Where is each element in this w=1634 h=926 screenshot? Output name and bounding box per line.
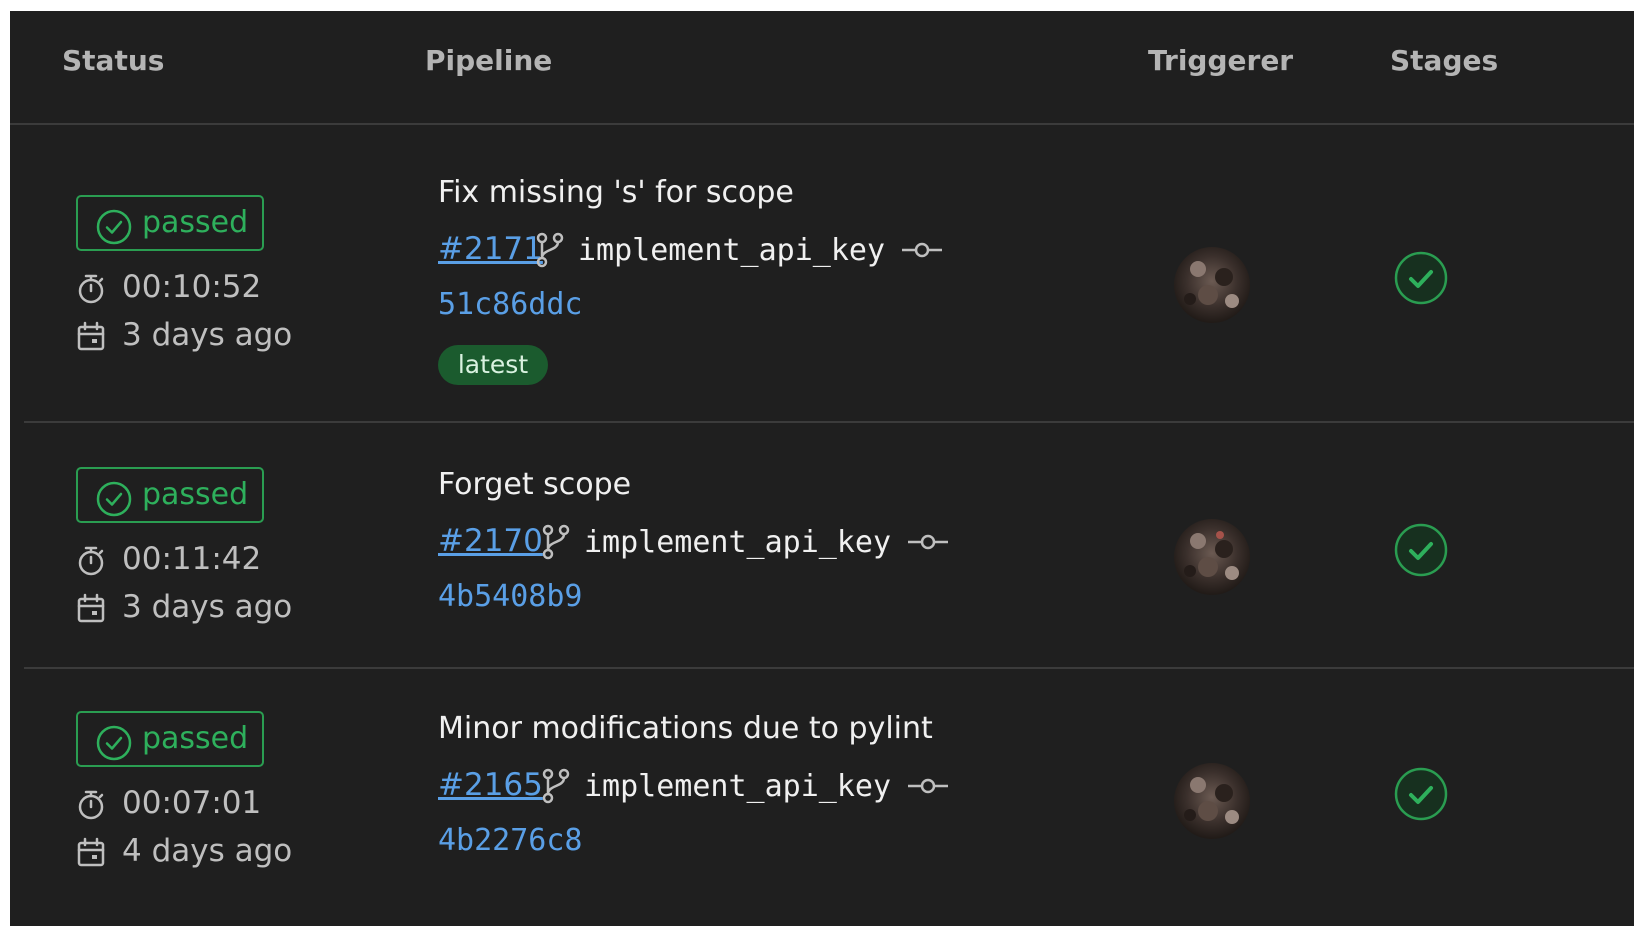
check-circle-icon	[96, 481, 132, 517]
commit-sha-link[interactable]: 4b5408b9	[438, 579, 583, 614]
avatar[interactable]	[1174, 519, 1250, 595]
status-badge[interactable]: passed	[76, 711, 264, 767]
pipeline-id-link[interactable]: #2170	[438, 523, 543, 559]
stage-check-icon[interactable]	[1394, 767, 1448, 821]
calendar-icon	[77, 593, 105, 623]
commit-title[interactable]: Minor modifications due to pylint	[438, 711, 933, 746]
pipeline-row: passed 00:10:52 3 days ago Fix missing '…	[24, 125, 1634, 423]
status-label: passed	[142, 477, 249, 512]
branch-name[interactable]: implement_api_key	[584, 525, 891, 560]
status-label: passed	[142, 721, 249, 756]
header-status: Status	[62, 44, 165, 77]
avatar[interactable]	[1174, 763, 1250, 839]
git-branch-icon	[542, 768, 570, 804]
commit-title[interactable]: Fix missing 's' for scope	[438, 175, 794, 210]
calendar-icon	[77, 321, 105, 351]
pipeline-id-link[interactable]: #2171	[438, 231, 543, 267]
table-header: Status Pipeline Triggerer Stages	[10, 11, 1634, 125]
calendar-icon	[77, 837, 105, 867]
header-pipeline: Pipeline	[425, 44, 553, 77]
git-commit-icon	[908, 534, 948, 550]
git-branch-icon	[542, 524, 570, 560]
status-label: passed	[142, 205, 249, 240]
stopwatch-icon	[78, 546, 104, 576]
commit-title[interactable]: Forget scope	[438, 467, 631, 502]
avatar[interactable]	[1174, 247, 1250, 323]
check-circle-icon	[96, 725, 132, 761]
header-stages: Stages	[1390, 44, 1499, 77]
commit-sha-link[interactable]: 51c86ddc	[438, 287, 583, 322]
pipeline-id-link[interactable]: #2165	[438, 767, 543, 803]
git-commit-icon	[908, 778, 948, 794]
stopwatch-icon	[78, 790, 104, 820]
header-triggerer: Triggerer	[1148, 44, 1294, 77]
git-commit-icon	[902, 242, 942, 258]
pipeline-row: passed 00:11:42 3 days ago Forget scope …	[24, 423, 1634, 669]
git-branch-icon	[536, 232, 564, 268]
pipeline-row: passed 00:07:01 4 days ago Minor modific…	[24, 669, 1634, 926]
latest-tag: latest	[438, 345, 548, 385]
branch-name[interactable]: implement_api_key	[584, 769, 891, 804]
status-badge[interactable]: passed	[76, 467, 264, 523]
check-circle-icon	[96, 209, 132, 245]
pipelines-table: Status Pipeline Triggerer Stages passed …	[10, 11, 1634, 926]
stopwatch-icon	[78, 274, 104, 304]
commit-sha-link[interactable]: 4b2276c8	[438, 823, 583, 858]
stage-check-icon[interactable]	[1394, 251, 1448, 305]
stage-check-icon[interactable]	[1394, 523, 1448, 577]
status-badge[interactable]: passed	[76, 195, 264, 251]
branch-name[interactable]: implement_api_key	[578, 233, 885, 268]
